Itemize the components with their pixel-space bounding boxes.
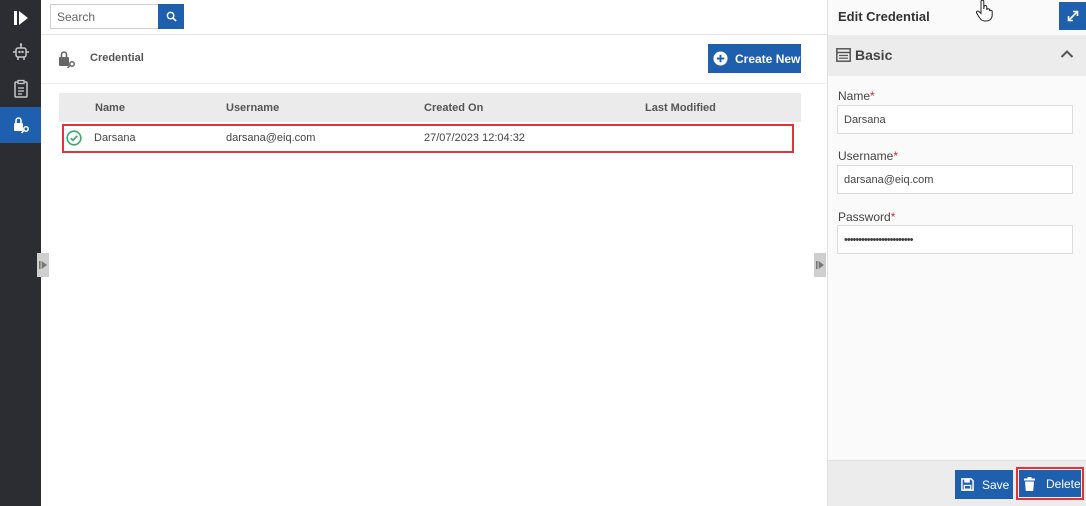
delete-label: Delete <box>1046 476 1081 491</box>
trash-icon <box>1024 476 1035 491</box>
play-bar-icon <box>39 261 47 269</box>
search-input[interactable] <box>50 4 159 29</box>
sidebar-toggle-button[interactable] <box>0 0 41 36</box>
username-label: Username* <box>838 149 898 163</box>
required-mark: * <box>893 149 899 163</box>
panel-footer: Save Delete <box>828 460 1086 506</box>
create-new-button[interactable]: Create New <box>708 44 801 73</box>
column-header-name[interactable]: Name <box>95 102 125 114</box>
username-label-text: Username <box>838 149 894 163</box>
expand-icon <box>1067 10 1078 22</box>
username-field[interactable] <box>837 165 1073 194</box>
column-header-created-on[interactable]: Created On <box>424 102 483 114</box>
delete-button[interactable]: Delete <box>1016 467 1084 500</box>
required-mark: * <box>890 210 896 224</box>
search-button[interactable] <box>158 4 184 29</box>
name-label: Name* <box>838 89 875 103</box>
section-basic-header[interactable]: Basic <box>828 35 1086 76</box>
password-label-text: Password <box>838 210 891 224</box>
hand-cursor-icon <box>976 0 993 22</box>
credential-table: Name Username Created On Last Modified D… <box>59 93 801 153</box>
plus-circle-icon <box>713 51 728 66</box>
column-header-last-modified[interactable]: Last Modified <box>645 102 716 114</box>
page-header: Credential Create New <box>41 36 827 84</box>
sidebar-item-credential[interactable] <box>0 107 41 143</box>
sidebar-item-robot[interactable] <box>0 34 41 70</box>
page-title: Credential <box>90 52 144 64</box>
section-basic-label: Basic <box>855 47 893 63</box>
form-icon <box>836 48 851 62</box>
required-mark: * <box>870 89 875 103</box>
name-label-text: Name <box>838 89 871 103</box>
lock-key-icon <box>13 117 29 134</box>
left-rail <box>0 0 41 506</box>
play-bar-icon <box>816 261 824 269</box>
floppy-disk-icon <box>961 478 974 491</box>
expand-button[interactable] <box>1059 2 1086 30</box>
check-circle-icon <box>66 130 82 146</box>
main-content: Credential Create New Name Username Crea… <box>37 0 827 506</box>
search-bar <box>41 0 827 35</box>
delete-button-face: Delete <box>1019 470 1081 497</box>
chevron-up-icon <box>1060 50 1074 58</box>
panel-title: Edit Credential <box>838 9 930 24</box>
password-label: Password* <box>838 210 895 224</box>
name-field[interactable] <box>837 105 1073 134</box>
column-header-username[interactable]: Username <box>226 102 279 114</box>
save-label: Save <box>982 477 1010 492</box>
robot-icon <box>12 43 29 60</box>
table-header: Name Username Created On Last Modified <box>59 93 801 122</box>
play-bar-icon <box>13 11 28 25</box>
right-collapse-handle[interactable] <box>814 253 826 277</box>
left-collapse-handle[interactable] <box>37 253 49 277</box>
sidebar-item-tasks[interactable] <box>0 71 41 107</box>
clipboard-icon <box>13 79 28 98</box>
search-icon <box>166 11 177 22</box>
create-new-label: Create New <box>735 51 801 66</box>
cell-name: Darsana <box>94 132 136 144</box>
cell-username: darsana@eiq.com <box>226 132 316 144</box>
app-window: Credential Create New Name Username Crea… <box>0 0 1086 506</box>
table-row[interactable]: Darsana darsana@eiq.com 27/07/2023 12:04… <box>59 123 801 153</box>
edit-credential-panel: Edit Credential Basic Name* Darsana User… <box>827 0 1086 506</box>
lock-key-icon <box>59 51 75 69</box>
cell-created-on: 27/07/2023 12:04:32 <box>424 132 525 144</box>
save-button[interactable]: Save <box>955 470 1013 499</box>
password-field[interactable] <box>837 225 1073 254</box>
